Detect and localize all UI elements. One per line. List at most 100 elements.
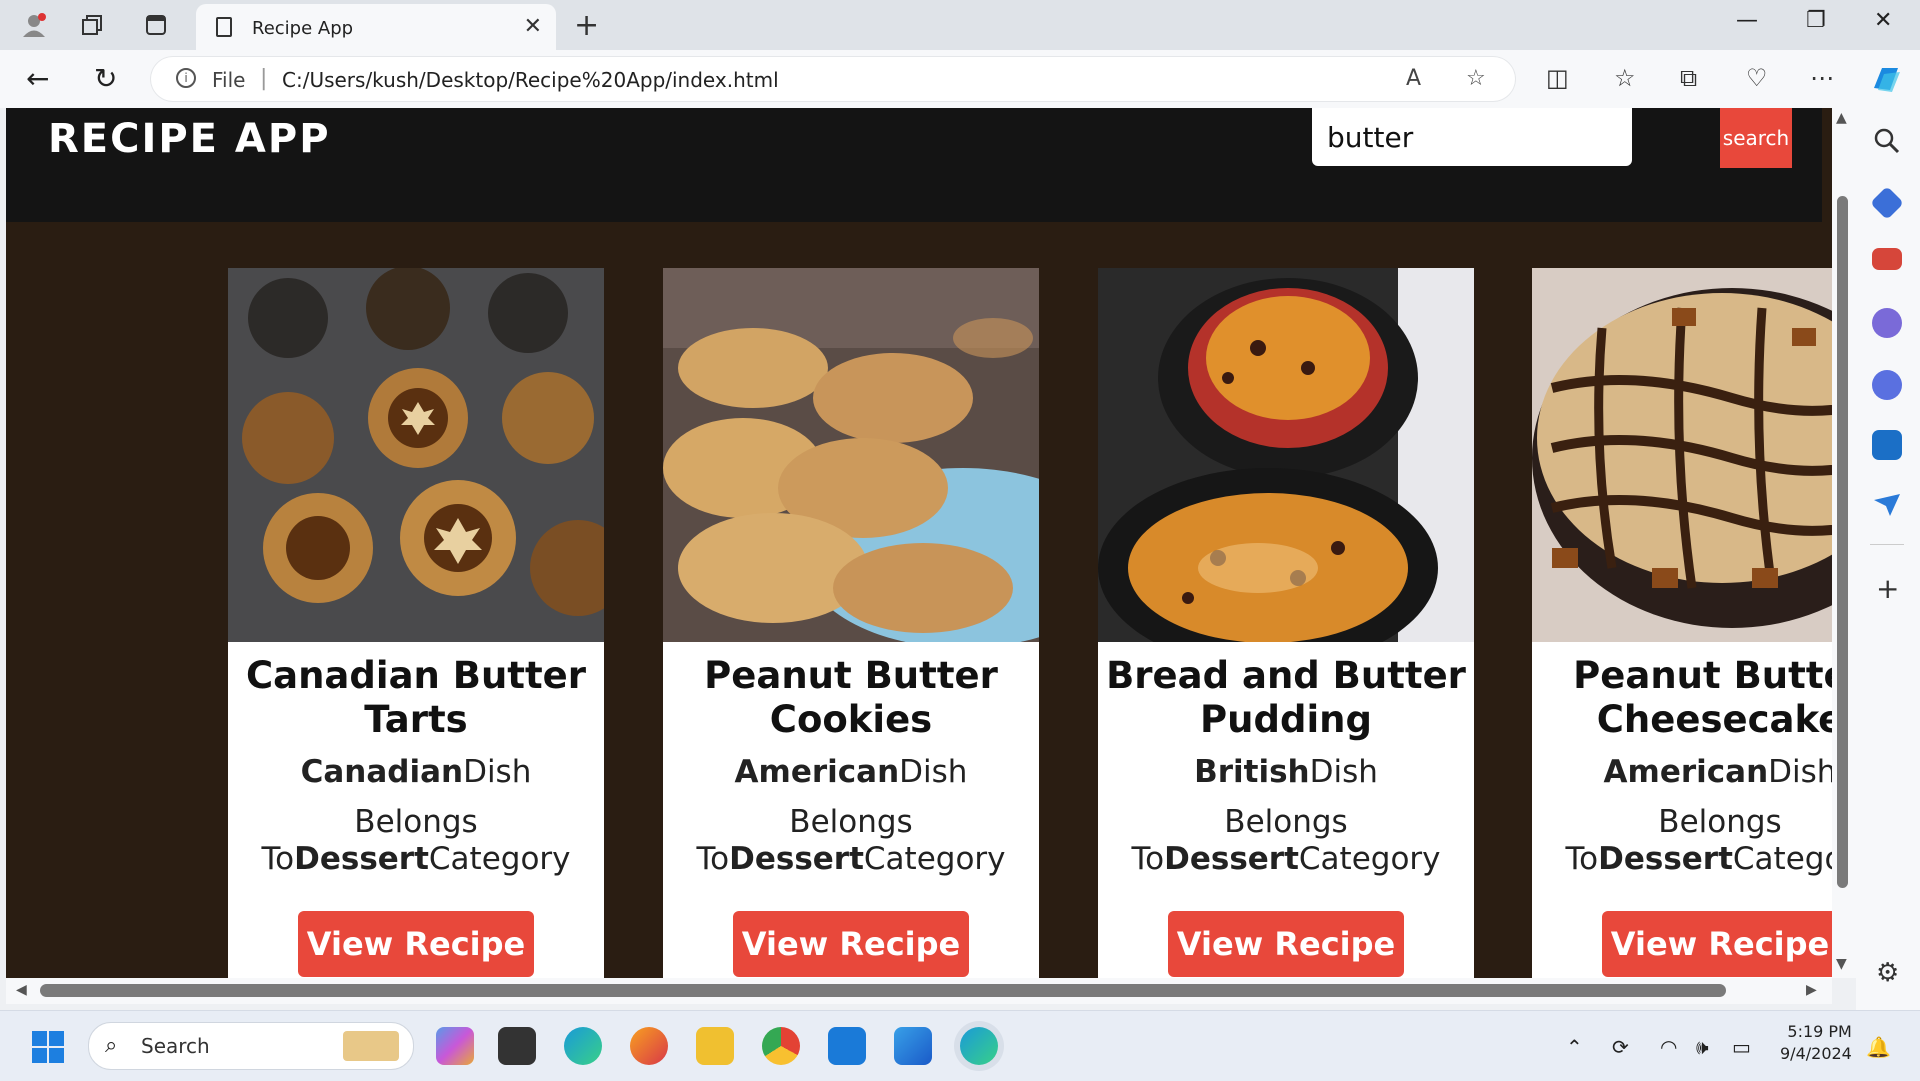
tab-close-icon[interactable]: ✕	[524, 14, 542, 39]
new-tab-icon[interactable]: +	[574, 8, 599, 43]
recipe-name: Bread and Butter Pudding	[1106, 654, 1466, 741]
search-button[interactable]: search	[1720, 108, 1792, 168]
copilot-icon[interactable]	[1870, 64, 1902, 100]
recipe-category: Belongs ToDessertCategory	[663, 804, 1039, 878]
notifications-icon[interactable]: 🔔	[1866, 1035, 1891, 1059]
battery-icon[interactable]: ▭	[1732, 1035, 1751, 1059]
app-title: RECIPE APP	[48, 116, 331, 162]
photos-icon[interactable]	[894, 1027, 932, 1065]
favorite-star-icon[interactable]: ☆	[1466, 66, 1486, 91]
tab-recipe-app[interactable]: Recipe App ✕	[196, 4, 556, 50]
split-screen-icon[interactable]: ◫	[1546, 64, 1569, 92]
sidebar-divider	[1870, 544, 1904, 545]
browser-title-bar: Recipe App ✕ + — ❐ ✕	[0, 0, 1920, 50]
area-name: Canadian	[300, 754, 464, 790]
taskbar-search[interactable]: ⌕ Search	[88, 1022, 414, 1070]
clock-date: 9/4/2024	[1780, 1044, 1852, 1063]
collections-icon[interactable]: ⧉	[1680, 64, 1697, 92]
restore-icon[interactable]: ❐	[1806, 8, 1826, 33]
scroll-down-icon[interactable]: ▼	[1836, 956, 1847, 972]
recipe-area: CanadianDish	[228, 754, 604, 790]
category-to: To	[1131, 841, 1165, 877]
favorites-icon[interactable]: ☆	[1614, 64, 1636, 92]
category-suffix: Category	[1298, 841, 1441, 877]
area-name: British	[1194, 754, 1310, 790]
close-window-icon[interactable]: ✕	[1874, 8, 1892, 33]
page-icon	[216, 17, 232, 37]
category-to: To	[696, 841, 730, 877]
volume-icon[interactable]: 🕪	[1696, 1035, 1709, 1059]
category-name: Dessert	[1598, 841, 1733, 877]
read-aloud-icon[interactable]: A	[1406, 66, 1421, 91]
search-icon[interactable]	[1872, 126, 1902, 156]
scroll-left-icon[interactable]: ◀	[16, 982, 27, 998]
address-bar[interactable]: i File | C:/Users/kush/Desktop/Recipe%20…	[150, 56, 1516, 102]
view-recipe-button[interactable]: View Recipe	[1602, 911, 1832, 977]
minimize-icon[interactable]: —	[1736, 8, 1758, 33]
shopping-tag-icon[interactable]	[1870, 186, 1904, 220]
drop-icon[interactable]	[1872, 490, 1902, 520]
browser-essentials-icon[interactable]: ♡	[1746, 64, 1768, 92]
add-icon[interactable]: +	[1876, 572, 1899, 605]
edge-active-icon[interactable]	[960, 1027, 998, 1065]
settings-icon[interactable]: ⚙	[1876, 958, 1899, 988]
recipe-image-butter-tarts	[228, 268, 604, 642]
scroll-up-icon[interactable]: ▲	[1836, 110, 1847, 126]
wifi-icon[interactable]: ◠	[1660, 1035, 1677, 1059]
edge-icon[interactable]	[564, 1027, 602, 1065]
recipe-area: AmericanDish	[1532, 754, 1832, 790]
recipe-image-peanut-butter-cookies	[663, 268, 1039, 642]
profile-icon[interactable]	[18, 10, 50, 40]
copilot-pre-icon[interactable]	[436, 1027, 474, 1065]
app-header: RECIPE APP search	[6, 108, 1822, 222]
edge-sidebar: + ⚙	[1856, 108, 1920, 1012]
tools-icon[interactable]	[1872, 248, 1902, 270]
recipe-area: AmericanDish	[663, 754, 1039, 790]
outlook-icon[interactable]	[1872, 430, 1902, 460]
recipe-category: Belongs ToDessertCategory	[1532, 804, 1832, 878]
view-recipe-button[interactable]: View Recipe	[733, 911, 969, 977]
workspaces-icon[interactable]	[76, 10, 108, 40]
recipe-image-peanut-butter-cheesecake	[1532, 268, 1832, 642]
search-input[interactable]	[1312, 108, 1632, 166]
more-options-icon[interactable]: ⋯	[1810, 64, 1834, 92]
show-hidden-icons-icon[interactable]: ⌃	[1566, 1035, 1583, 1059]
tab-title: Recipe App	[252, 18, 354, 39]
view-recipe-button[interactable]: View Recipe	[298, 911, 534, 977]
horizontal-scroll-thumb[interactable]	[40, 984, 1726, 997]
area-suffix: Dish	[463, 754, 532, 790]
vertical-scroll-thumb[interactable]	[1837, 196, 1848, 888]
task-view-icon[interactable]	[498, 1027, 536, 1065]
vscode-icon[interactable]	[828, 1027, 866, 1065]
scroll-right-icon[interactable]: ▶	[1806, 982, 1817, 998]
category-suffix: Category	[1732, 841, 1832, 877]
recipe-name: Canadian Butter Tarts	[245, 654, 587, 741]
area-suffix: Dish	[1309, 754, 1378, 790]
category-name: Dessert	[729, 841, 864, 877]
microsoft-365-icon[interactable]	[1872, 370, 1902, 400]
area-suffix: Dish	[899, 754, 968, 790]
chrome-icon[interactable]	[762, 1027, 800, 1065]
games-icon[interactable]	[1872, 308, 1902, 338]
category-name: Dessert	[294, 841, 429, 877]
refresh-icon[interactable]: ↻	[94, 62, 117, 95]
category-suffix: Category	[428, 841, 571, 877]
area-name: American	[734, 754, 900, 790]
view-recipe-button[interactable]: View Recipe	[1168, 911, 1404, 977]
sync-icon[interactable]: ⟳	[1612, 1035, 1629, 1059]
area-name: American	[1603, 754, 1769, 790]
category-prefix: Belongs	[354, 804, 478, 840]
info-icon[interactable]: i	[176, 68, 196, 88]
url-text[interactable]: C:/Users/kush/Desktop/Recipe%20App/index…	[282, 68, 779, 92]
file-explorer-icon[interactable]	[696, 1027, 734, 1065]
firefox-icon[interactable]	[630, 1027, 668, 1065]
windows-start-icon[interactable]	[32, 1031, 64, 1063]
back-icon[interactable]: ←	[26, 62, 49, 95]
recipe-category: Belongs ToDessertCategory	[228, 804, 604, 878]
windows-taskbar: ⌕ Search ⌃ ⟳ ◠ 🕪 ▭ 5:19 PM 9/4/2024 🔔	[0, 1010, 1920, 1081]
recipe-image-bread-butter-pudding	[1098, 268, 1474, 642]
recipe-card: Peanut Butter Cookies AmericanDish Belon…	[663, 268, 1039, 978]
system-clock[interactable]: 5:19 PM 9/4/2024	[1780, 1021, 1852, 1065]
tab-actions-icon[interactable]	[140, 10, 172, 40]
file-label: File	[212, 68, 246, 92]
